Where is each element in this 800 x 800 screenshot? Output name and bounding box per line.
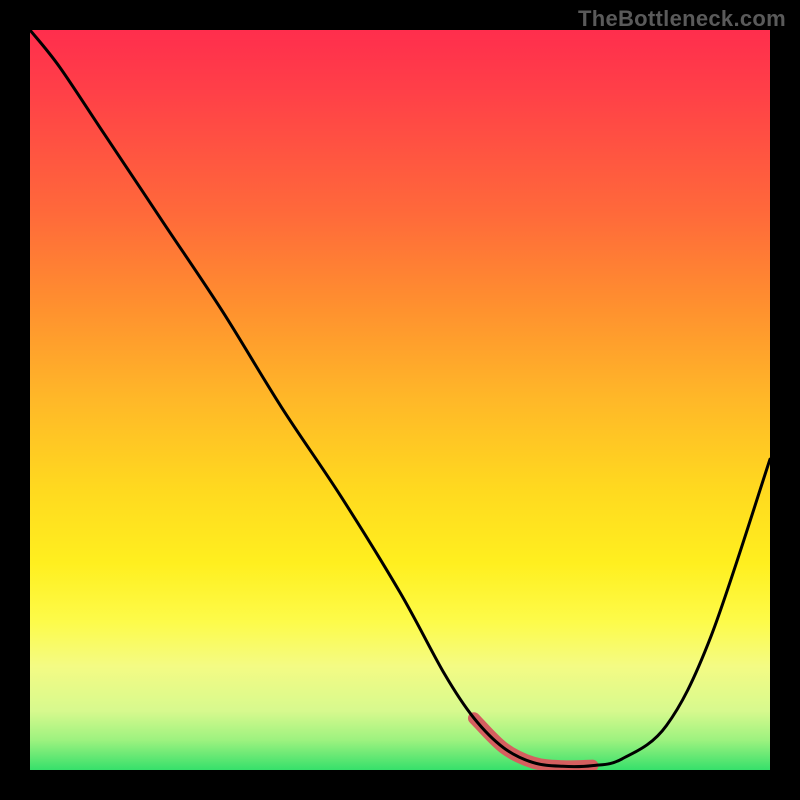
bottleneck-curve-svg	[30, 30, 770, 770]
chart-frame: TheBottleneck.com	[0, 0, 800, 800]
bottleneck-curve-path	[30, 30, 770, 767]
optimal-range-highlight	[474, 718, 592, 766]
plot-area	[30, 30, 770, 770]
watermark-text: TheBottleneck.com	[578, 6, 786, 32]
